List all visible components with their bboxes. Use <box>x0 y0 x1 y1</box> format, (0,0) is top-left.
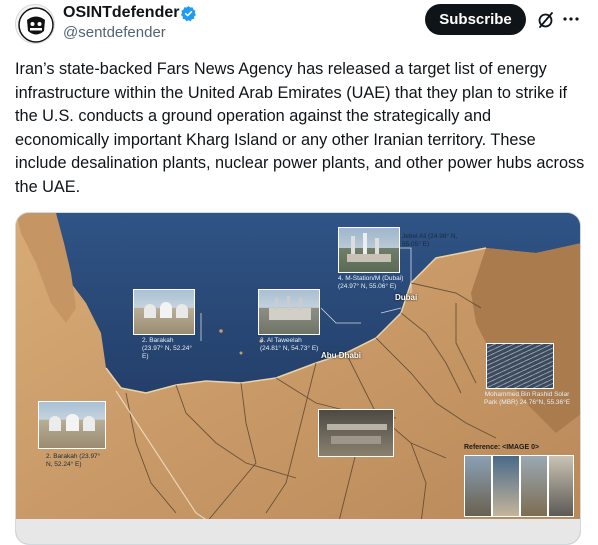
reference-photo-1 <box>464 455 492 517</box>
post-text: Iran’s state-backed Fars News Agency has… <box>15 60 585 196</box>
al-taweelah-label: 3. Al Taweelah (24.81° N, 54.73° E) <box>260 337 319 352</box>
avatar[interactable] <box>15 4 55 44</box>
jebel-ali-photo <box>338 227 400 273</box>
grok-icon[interactable] <box>536 10 556 30</box>
desalination-photo <box>318 409 394 457</box>
barakah-photo-land <box>38 401 106 449</box>
barakah-land-label: 2. Barakah (23.97° N, 52.24° E) <box>46 453 101 468</box>
mbr-solar-photo <box>486 343 554 389</box>
post-card: OSINTdefender @sentdefender Subscribe Ir… <box>0 0 598 545</box>
reference-photo-2 <box>492 455 520 517</box>
m-station-label: 4. M-Station/M (Dubai) (24.97° N, 55.06°… <box>338 275 404 290</box>
more-icon[interactable] <box>561 9 581 29</box>
barakah-sea-label: 2. Barakah (23.97° N, 52.24° E) <box>142 337 193 360</box>
media-bottom-bar <box>16 519 580 544</box>
avatar-logo-icon <box>18 7 54 43</box>
verified-badge-icon <box>180 6 196 22</box>
reference-photo-3 <box>520 455 548 517</box>
mbr-solar-label: Mohammed Bin Rashid Solar Park (MBR) 24.… <box>483 391 571 406</box>
author-handle[interactable]: @sentdefender <box>63 24 166 41</box>
reference-photo-4 <box>548 455 574 517</box>
al-taweelah-photo <box>258 289 320 335</box>
subscribe-button[interactable]: Subscribe <box>425 4 526 35</box>
reference-label: Reference: <IMAGE 0> <box>464 444 540 451</box>
post-image[interactable]: Reference: <IMAGE 0> Jebel Ali (24.98° N… <box>15 212 581 545</box>
barakah-photo-sea <box>133 289 195 335</box>
abu-dhabi-label: Abu Dhabi <box>321 351 361 360</box>
display-name[interactable]: OSINTdefender <box>63 4 179 22</box>
jebel-ali-label: Jebel Ali (24.98° N, 55.05° E) <box>402 233 458 248</box>
dubai-label: Dubai <box>395 293 418 302</box>
